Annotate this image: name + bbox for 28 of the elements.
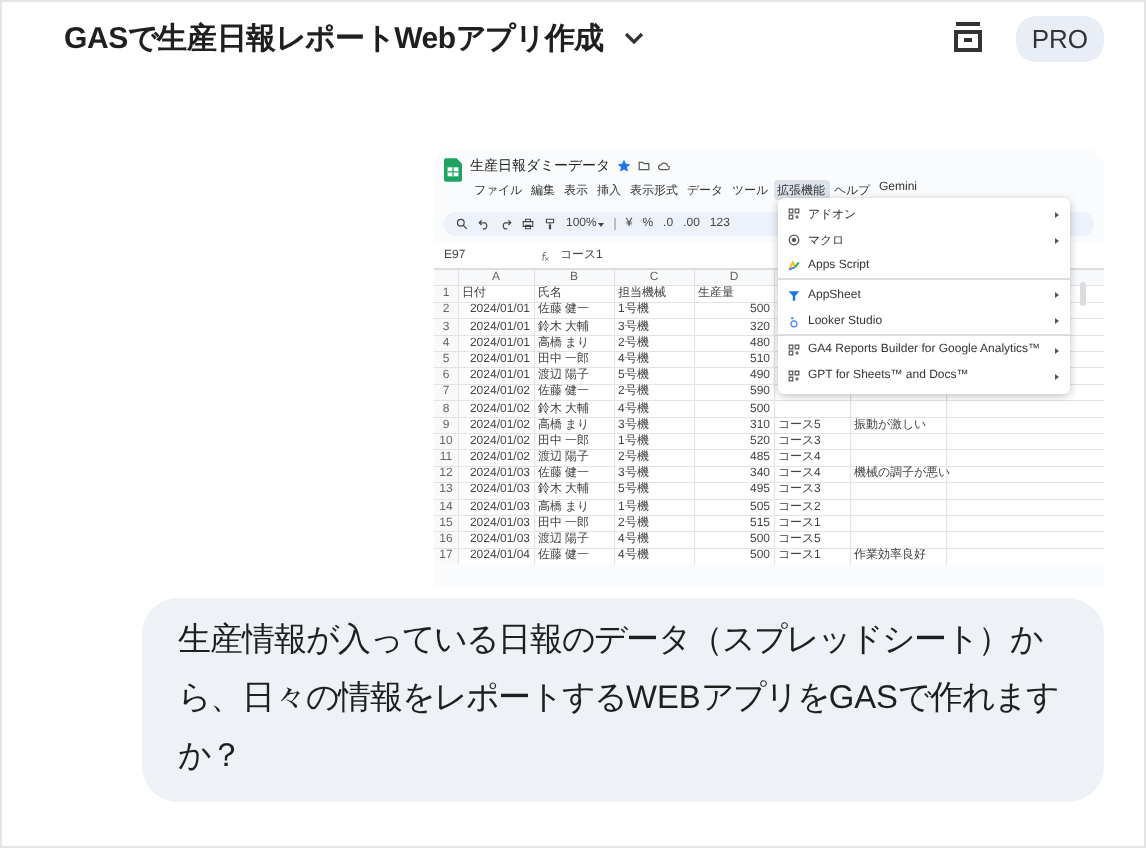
redo-icon[interactable] (500, 218, 512, 230)
add-on-icon (788, 208, 800, 221)
looker-icon (788, 315, 800, 328)
cloud-icon[interactable] (658, 160, 670, 172)
funnel-icon (788, 289, 800, 302)
submenu-arrow-icon (1054, 347, 1060, 354)
paint-format-icon[interactable] (544, 218, 556, 230)
add-on-icon (788, 370, 800, 383)
folder-icon[interactable] (638, 160, 650, 172)
undo-icon[interactable] (478, 218, 490, 230)
scrollbar[interactable] (1080, 282, 1086, 306)
fx-icon (538, 249, 550, 261)
pro-badge[interactable]: PRO (1015, 15, 1104, 61)
submenu-arrow-icon (1054, 373, 1060, 380)
print-icon[interactable] (522, 218, 534, 230)
add-on-icon (788, 344, 800, 357)
submenu-arrow-icon (1054, 211, 1060, 218)
chat-title[interactable]: GASで生産日報レポートWebアプリ作成 (64, 19, 604, 57)
record-icon (788, 234, 800, 247)
caret-icon (598, 221, 605, 227)
script-icon (788, 259, 800, 272)
submenu-arrow-icon (1054, 318, 1060, 325)
star-icon[interactable] (618, 160, 630, 172)
submenu-arrow-icon (1054, 292, 1060, 299)
search-icon[interactable] (456, 218, 468, 230)
user-message: 生産情報が入っている日報のデータ（スプレッドシート）から、日々の情報をレポートするWEBアプリをGASで作れますか？ (178, 620, 1060, 778)
submenu-arrow-icon (1054, 237, 1060, 244)
sheets-logo-icon (444, 158, 462, 182)
